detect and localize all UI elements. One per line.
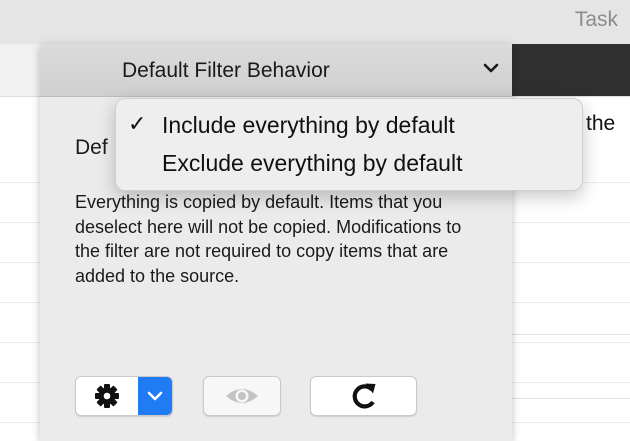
action-menu-dropdown[interactable]	[138, 377, 172, 415]
eye-icon	[226, 389, 258, 403]
section-heading: Def	[75, 136, 108, 159]
popup-button-label: Default Filter Behavior	[122, 59, 330, 82]
divider	[512, 398, 630, 399]
default-filter-popup-button[interactable]: Default Filter Behavior	[40, 44, 512, 97]
chevron-down-icon	[147, 391, 163, 401]
preview-button[interactable]	[203, 376, 281, 416]
filter-description: Everything is copied by default. Items t…	[75, 192, 462, 286]
background-text: the	[586, 112, 616, 135]
title-bar: Task	[0, 0, 630, 44]
filter-behavior-menu: ✓ Include everything by default Exclude …	[115, 98, 583, 191]
refresh-button[interactable]	[310, 376, 417, 416]
window-title: Task	[574, 8, 618, 31]
menu-item-label: Exclude everything by default	[162, 150, 463, 176]
gear-button-area[interactable]	[76, 377, 138, 415]
gear-icon	[95, 384, 119, 408]
chevron-down-icon	[483, 63, 499, 73]
action-menu-button[interactable]	[75, 376, 173, 416]
divider	[512, 334, 630, 335]
app-window: Task the Default Filter Behavior Def Eve…	[0, 0, 630, 441]
refresh-icon	[352, 383, 376, 409]
dark-header-cell	[512, 44, 630, 96]
menu-item-label: Include everything by default	[162, 112, 455, 138]
menu-item-exclude-everything[interactable]: Exclude everything by default	[116, 143, 582, 181]
menu-item-include-everything[interactable]: ✓ Include everything by default	[116, 105, 582, 143]
checkmark-icon: ✓	[128, 111, 147, 136]
